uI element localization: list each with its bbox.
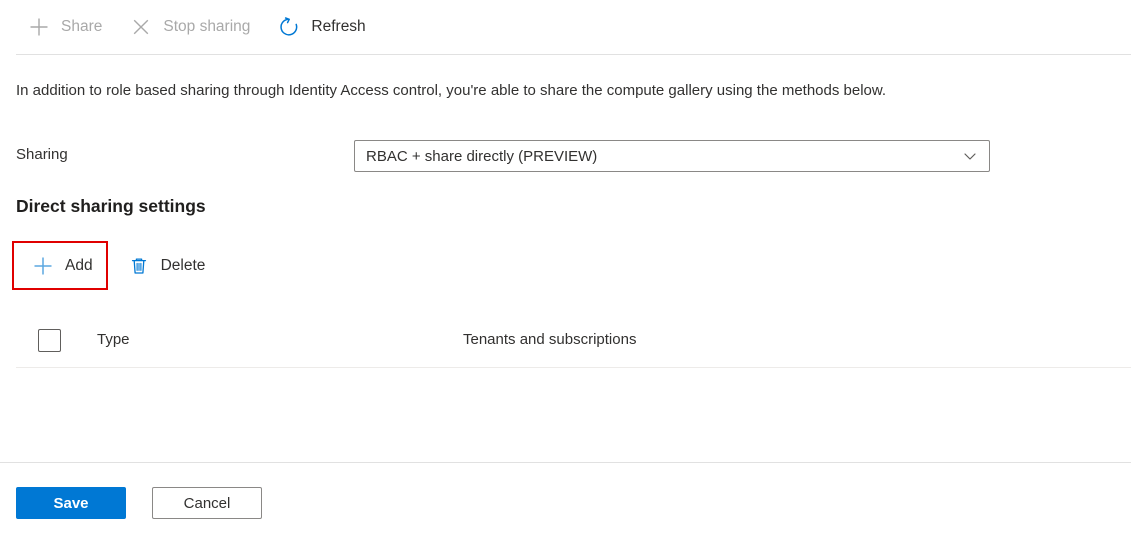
select-all-checkbox-cell (38, 329, 61, 352)
save-button[interactable]: Save (16, 487, 126, 519)
cancel-button[interactable]: Cancel (152, 487, 262, 519)
plus-icon (26, 14, 52, 40)
chevron-down-icon (961, 147, 979, 165)
footer-divider (0, 462, 1131, 463)
page-description: In addition to role based sharing throug… (16, 82, 887, 99)
delete-button[interactable]: Delete (112, 244, 218, 288)
direct-sharing-command-bar: Add Delete (16, 243, 217, 289)
sharing-dropdown[interactable]: RBAC + share directly (PREVIEW) (354, 140, 990, 172)
sharing-dropdown-value: RBAC + share directly (PREVIEW) (366, 147, 598, 165)
sharing-field-row: Sharing RBAC + share directly (PREVIEW) (16, 140, 1006, 174)
toolbar-divider (16, 54, 1131, 55)
column-header-type: Type (97, 331, 130, 348)
delete-button-label: Delete (160, 257, 206, 274)
plus-icon (30, 253, 56, 279)
refresh-icon (276, 14, 302, 40)
trash-icon (126, 253, 152, 279)
share-button-label: Share (61, 18, 103, 35)
select-all-checkbox[interactable] (38, 329, 61, 352)
table-header-row: Type Tenants and subscriptions (16, 318, 1131, 368)
share-button[interactable]: Share (26, 9, 114, 45)
refresh-button[interactable]: Refresh (276, 9, 377, 45)
sharing-field-label: Sharing (16, 146, 68, 163)
table-body-empty (16, 368, 1131, 461)
direct-sharing-table: Type Tenants and subscriptions (16, 318, 1131, 461)
column-header-tenants-and-subscriptions: Tenants and subscriptions (463, 331, 637, 348)
stop-sharing-button[interactable]: Stop sharing (128, 9, 262, 45)
footer-actions: Save Cancel (16, 487, 262, 519)
command-toolbar: Share Stop sharing Refresh (0, 0, 1131, 54)
stop-sharing-button-label: Stop sharing (163, 18, 251, 35)
refresh-button-label: Refresh (311, 18, 366, 35)
add-button-label: Add (65, 257, 93, 274)
add-button[interactable]: Add (16, 244, 109, 288)
section-heading: Direct sharing settings (16, 196, 206, 216)
close-x-icon (128, 14, 154, 40)
